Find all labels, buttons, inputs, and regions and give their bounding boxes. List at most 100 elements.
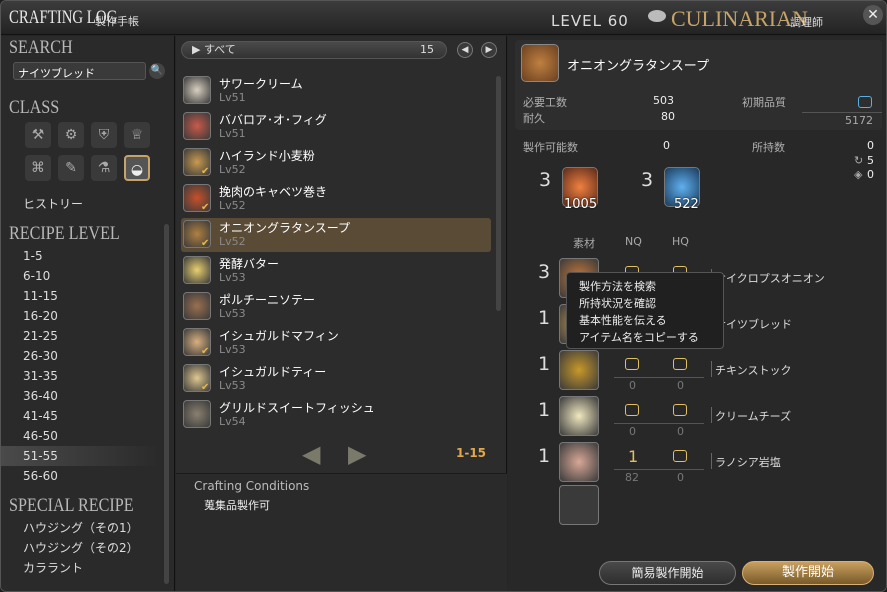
recipe-name: グリルドスイートフィッシュ <box>219 401 375 415</box>
next-arrow-icon[interactable]: ▶ <box>348 440 366 468</box>
recipe-level: Lv52 <box>219 235 246 248</box>
close-button[interactable]: ✕ <box>863 5 883 25</box>
materials-header: 素材 <box>573 237 595 250</box>
armorer-icon[interactable]: ⛨ <box>91 122 117 148</box>
blacksmith-icon[interactable]: ⚙ <box>58 122 84 148</box>
recipe-row[interactable]: ✔ ハイランド小麦粉 Lv52 <box>181 146 491 180</box>
menu-item-copy-name[interactable]: アイテム名をコピーする <box>579 329 699 345</box>
recipe-level-item[interactable]: 41-45 <box>1 406 161 426</box>
hq-select-icon <box>673 450 687 462</box>
recipe-name: イシュガルドマフィン <box>219 329 339 343</box>
recipe-level-item[interactable]: 16-20 <box>1 306 161 326</box>
history-link[interactable]: ヒストリー <box>1 194 161 214</box>
owned-nq-icon: ↻ <box>854 154 864 167</box>
title-bar: CRAFTING LOG 製作手帳 LEVEL 60 CULINARIAN 調理… <box>1 1 886 35</box>
special-item-housing-2[interactable]: ハウジング（その2） <box>1 538 161 558</box>
special-item-housing-1[interactable]: ハウジング（その1） <box>1 518 161 538</box>
goldsmith-icon[interactable]: ♕ <box>124 122 150 148</box>
culinarian-icon <box>648 10 666 22</box>
recipe-level-item[interactable]: 46-50 <box>1 426 161 446</box>
menu-item-search-recipe[interactable]: 製作方法を検索 <box>579 278 656 294</box>
recipe-item-icon <box>183 256 211 284</box>
owned-label: 所持数 <box>752 141 785 154</box>
leatherworker-icon[interactable]: ⌘ <box>25 155 51 181</box>
recipe-level-item[interactable]: 51-55 <box>1 446 161 466</box>
filter-dropdown[interactable]: ▶ すべて 15 <box>181 41 447 59</box>
prev-arrow-icon[interactable]: ◀ <box>302 440 320 468</box>
material-icon[interactable] <box>559 396 599 436</box>
water-crystal-count: 522 <box>674 197 699 212</box>
weaver-icon[interactable]: ✎ <box>58 155 84 181</box>
quick-synthesis-button[interactable]: 簡易製作開始 <box>599 561 736 585</box>
hq-header: HQ <box>672 235 689 248</box>
material-nq-selected: 1 <box>628 447 639 466</box>
left-scrollbar[interactable] <box>164 224 169 584</box>
material-hq-owned: 0 <box>677 379 684 392</box>
crafted-check-icon: ✔ <box>201 238 210 249</box>
search-input[interactable]: ナイツブレッド <box>13 62 146 80</box>
recipe-row[interactable]: ババロア･オ･フィグ Lv51 <box>181 110 491 144</box>
material-name: クリームチーズ <box>715 410 792 423</box>
recipe-level-item[interactable]: 56-60 <box>1 466 161 486</box>
recipe-row[interactable]: ✔ イシュガルドティー Lv53 <box>181 362 491 396</box>
recipe-level-item[interactable]: 26-30 <box>1 346 161 366</box>
special-item-colorant[interactable]: カララント <box>1 558 161 578</box>
search-icon[interactable]: 🔍 <box>149 63 165 79</box>
recipe-row[interactable]: ✔ 挽肉のキャベツ巻き Lv52 <box>181 182 491 216</box>
recipe-level-item[interactable]: 31-35 <box>1 366 161 386</box>
empty-material-slot[interactable] <box>559 485 599 525</box>
durability-label: 耐久 <box>523 112 545 125</box>
material-mult: 1 <box>538 353 551 375</box>
filter-label: ▶ すべて <box>192 43 236 56</box>
water-crystal-mult: 3 <box>641 169 654 191</box>
onion-soup-icon[interactable] <box>521 44 559 82</box>
crafted-check-icon: ✔ <box>201 382 210 393</box>
culinarian-class-icon[interactable]: ◒ <box>124 155 150 181</box>
recipe-name: ポルチーニソテー <box>219 293 316 307</box>
work-value: 503 <box>653 94 674 107</box>
recipe-level-item[interactable]: 36-40 <box>1 386 161 406</box>
craftable-value: 0 <box>663 139 670 152</box>
recipe-level: Lv53 <box>219 307 246 320</box>
recipe-row[interactable]: サワークリーム Lv51 <box>181 74 491 108</box>
recipe-level-item[interactable]: 21-25 <box>1 326 161 346</box>
fire-crystal-mult: 3 <box>539 169 552 191</box>
carpenter-icon[interactable]: ⚒ <box>25 122 51 148</box>
material-icon[interactable] <box>559 350 599 390</box>
special-recipe-heading: SPECIAL RECIPE <box>9 495 134 516</box>
quality-bar <box>802 112 882 113</box>
alchemist-icon[interactable]: ⚗ <box>91 155 117 181</box>
recipe-row[interactable]: ポルチーニソテー Lv53 <box>181 290 491 324</box>
hq-select-icon <box>673 404 687 416</box>
material-mult: 1 <box>538 399 551 421</box>
hq-select-icon <box>673 358 687 370</box>
recipe-level-item[interactable]: 11-15 <box>1 286 161 306</box>
recipe-row[interactable]: ✔ オニオングラタンスープ Lv52 <box>181 218 491 252</box>
next-page-icon[interactable]: ▶ <box>481 42 497 58</box>
fire-crystal-count: 1005 <box>564 197 598 212</box>
recipe-level-item[interactable]: 6-10 <box>1 266 161 286</box>
synthesize-button[interactable]: 製作開始 <box>742 561 874 585</box>
prev-page-icon[interactable]: ◀ <box>457 42 473 58</box>
recipe-row[interactable]: 発酵バター Lv53 <box>181 254 491 288</box>
work-label: 必要工数 <box>523 96 567 109</box>
material-name: ナイツブレッド <box>715 318 792 331</box>
filter-count: 15 <box>420 43 434 56</box>
recipe-level-item[interactable]: 1-5 <box>1 246 161 266</box>
material-hq-owned: 0 <box>677 471 684 484</box>
recipe-name: イシュガルドティー <box>219 365 327 379</box>
menu-item-link-item[interactable]: 基本性能を伝える <box>579 312 667 328</box>
material-hq-owned: 0 <box>677 425 684 438</box>
menu-item-check-owned[interactable]: 所持状況を確認 <box>579 295 656 311</box>
material-mult: 1 <box>538 445 551 467</box>
recipe-row[interactable]: グリルドスイートフィッシュ Lv54 <box>181 398 491 432</box>
context-menu: 製作方法を検索 所持状況を確認 基本性能を伝える アイテム名をコピーする <box>566 272 724 349</box>
material-icon[interactable] <box>559 442 599 482</box>
conditions-heading: Crafting Conditions <box>194 479 310 493</box>
material-nq-owned: 0 <box>629 379 636 392</box>
hq-indicator-icon <box>858 96 872 108</box>
material-mult: 3 <box>538 261 551 283</box>
recipe-row[interactable]: ✔ イシュガルドマフィン Lv53 <box>181 326 491 360</box>
recipe-name: 挽肉のキャベツ巻き <box>219 185 328 199</box>
recipe-scrollbar[interactable] <box>496 76 501 311</box>
